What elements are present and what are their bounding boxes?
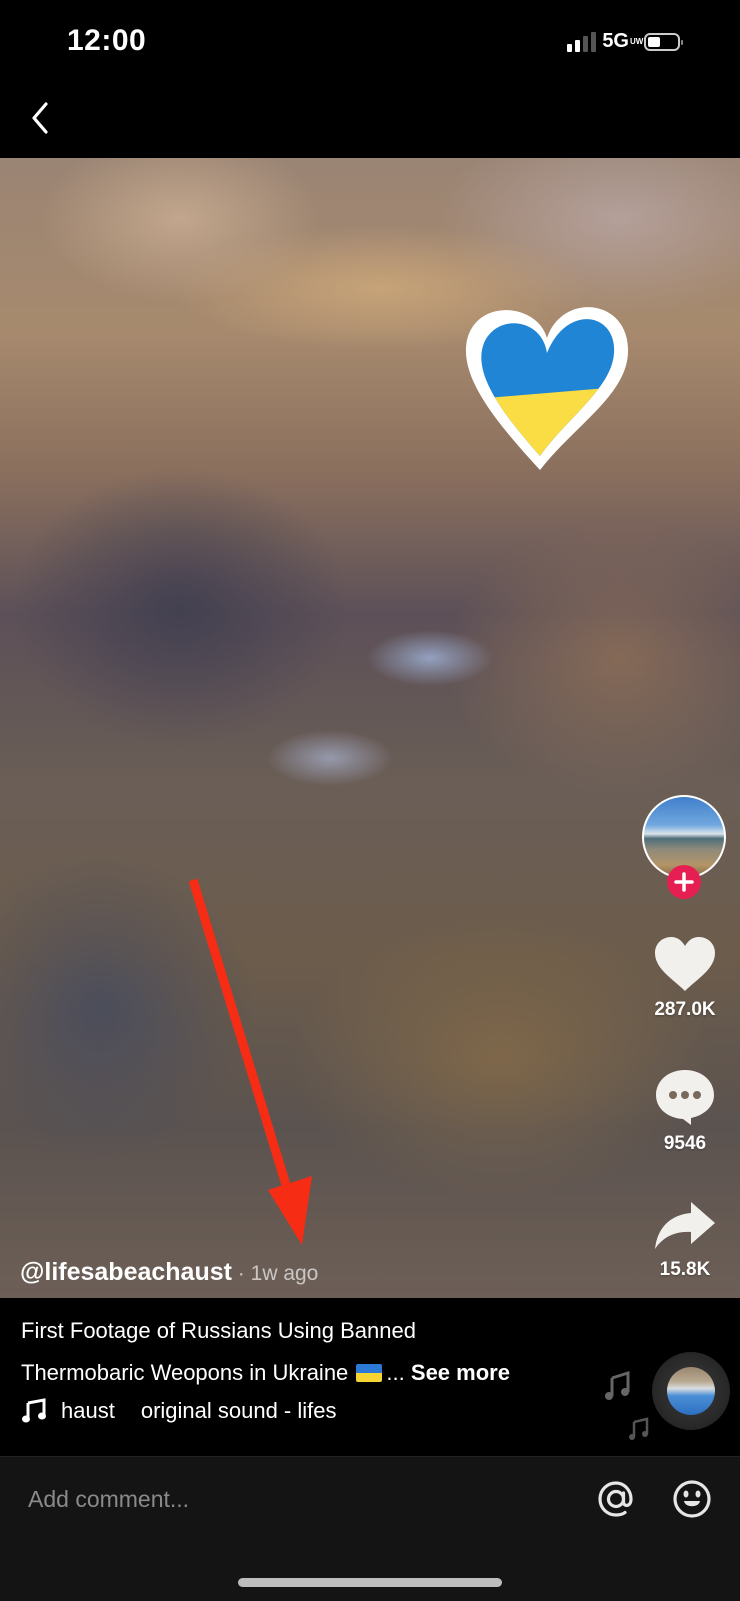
plus-icon	[674, 872, 694, 892]
caption-ellipsis: ...	[386, 1360, 405, 1385]
post-time-ago: 1w ago	[250, 1262, 319, 1285]
see-more-link[interactable]: See more	[411, 1360, 510, 1385]
network-badge: UW	[630, 36, 644, 46]
emoji-button[interactable]	[670, 1477, 714, 1521]
post-separator: ·	[231, 1262, 251, 1285]
floating-music-note-icon	[605, 1370, 630, 1400]
sound-cover-art	[667, 1367, 715, 1415]
like-count: 287.0K	[654, 999, 716, 1020]
comment-button[interactable]: 9546	[640, 1067, 730, 1155]
post-caption: First Footage of Russians Using Banned T…	[21, 1310, 601, 1394]
home-indicator[interactable]	[238, 1578, 502, 1587]
comment-count: 9546	[663, 1133, 707, 1154]
comment-input[interactable]	[28, 1477, 548, 1521]
creator-username[interactable]: @lifesabeachaust	[20, 1258, 232, 1286]
post-meta: @lifesabeachaust · 1w ago	[20, 1258, 318, 1287]
battery-icon	[644, 32, 683, 51]
ukraine-flag-emoji	[356, 1364, 383, 1382]
chevron-left-icon	[32, 102, 48, 134]
network-label: 5G	[602, 30, 629, 52]
share-button[interactable]: 15.8K	[640, 1199, 730, 1281]
video-player[interactable]: 287.0K 9546 15.8K @lifesabeachaust · 1w …	[0, 158, 740, 1298]
sound-disc-button[interactable]	[652, 1352, 730, 1430]
like-button[interactable]: 287.0K	[640, 935, 730, 1021]
caption-line-2: Thermobaric Weopons in Ukraine ... See m…	[21, 1352, 601, 1394]
share-count: 15.8K	[659, 1259, 711, 1280]
smiley-icon	[673, 1480, 711, 1518]
at-icon	[598, 1481, 633, 1517]
music-note-icon	[22, 1398, 46, 1423]
status-bar: 12:00 5G UW	[0, 0, 740, 80]
status-indicators: 5G UW	[567, 30, 683, 53]
top-nav	[0, 80, 740, 158]
cellular-signal-icon	[567, 31, 597, 52]
ukraine-heart-sticker	[465, 307, 629, 470]
caption-line-2-text: Thermobaric Weopons in Ukraine	[21, 1360, 349, 1385]
back-button[interactable]	[22, 98, 62, 138]
post-info: First Footage of Russians Using Banned T…	[0, 1298, 740, 1456]
sound-info[interactable]: haust original sound - lifes	[21, 1398, 337, 1424]
comment-bubble-icon	[656, 1070, 714, 1125]
caption-line-1: First Footage of Russians Using Banned	[21, 1318, 416, 1343]
sound-text-part-2: original sound - lifes	[140, 1398, 337, 1423]
share-arrow-icon	[655, 1202, 715, 1249]
comment-bar	[0, 1456, 740, 1601]
floating-music-note-icon	[629, 1417, 649, 1440]
network-type: 5G UW	[602, 30, 644, 53]
sound-text-part-1: haust	[61, 1398, 115, 1423]
heart-icon	[655, 937, 715, 991]
follow-button[interactable]	[667, 865, 701, 899]
sound-marquee: haust original sound - lifes	[61, 1398, 337, 1424]
status-time: 12:00	[67, 24, 147, 57]
mention-button[interactable]	[594, 1477, 638, 1521]
